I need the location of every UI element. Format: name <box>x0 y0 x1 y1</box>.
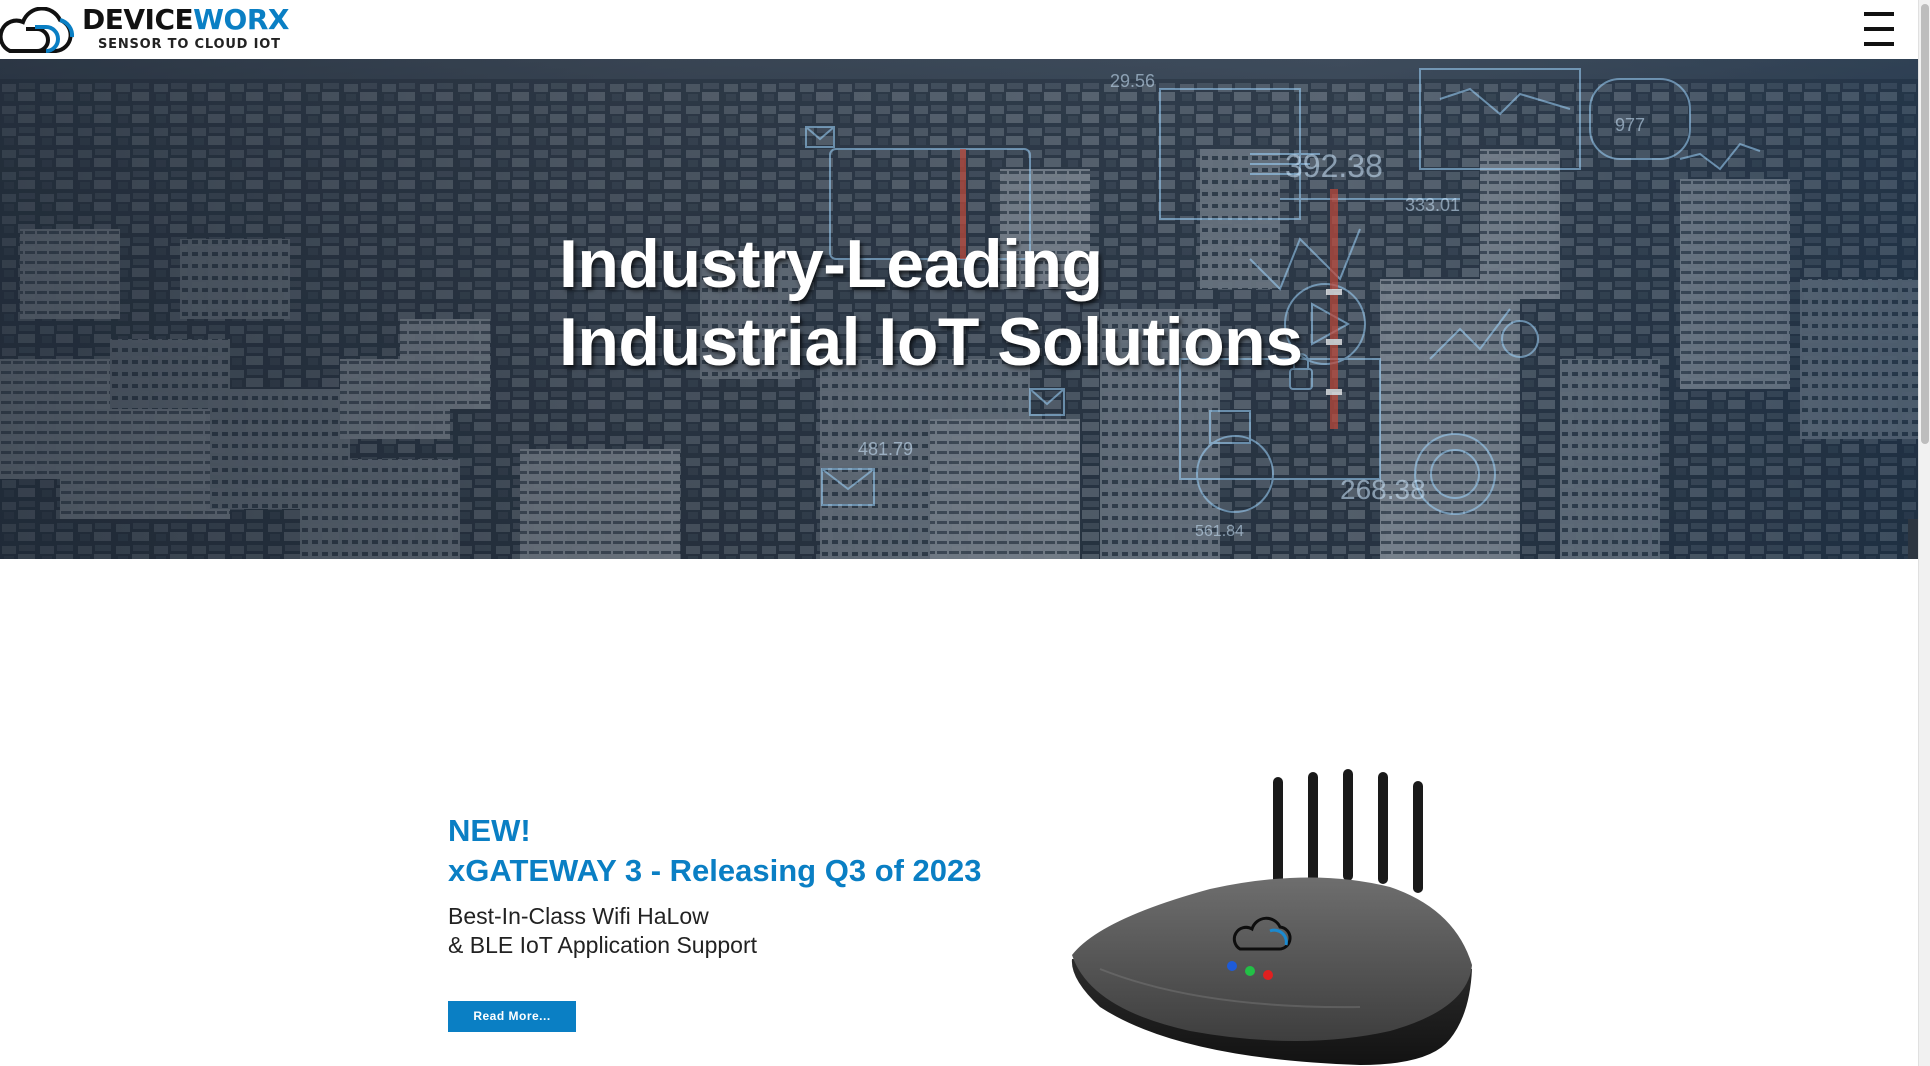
overlay-reading: 29.56 <box>1110 71 1155 91</box>
logo-tagline: SENSOR TO CLOUD IOT <box>98 37 281 52</box>
overlay-reading: 268.38 <box>1340 474 1426 505</box>
product-description-line1: Best-In-Class Wifi HaLow <box>448 903 709 929</box>
scrollbar-thumb[interactable] <box>1921 4 1929 444</box>
product-description-line2: & BLE IoT Application Support <box>448 932 757 958</box>
hero-headline-line1: Industry-Leading <box>559 226 1103 302</box>
overlay-reading: 561.84 <box>1195 523 1244 540</box>
xgateway-device-image <box>1071 769 1472 1065</box>
logo-word-worx: WORX <box>193 3 289 36</box>
hero-headline: Industry-Leading Industrial IoT Solution… <box>559 225 1303 381</box>
hero-headline-line2: Industrial IoT Solutions <box>559 304 1303 380</box>
logo-wordmark: DEVICEWORX <box>82 3 289 37</box>
hamburger-menu-icon[interactable] <box>1864 10 1896 50</box>
overlay-reading: 392.38 <box>1285 148 1383 184</box>
product-promo-section: NEW! xGATEWAY 3 - Releasing Q3 of 2023 B… <box>0 559 1918 1066</box>
menu-bar <box>1864 27 1894 31</box>
page-scrollbar[interactable] <box>1918 0 1930 1066</box>
menu-bar <box>1864 42 1894 46</box>
overlay-reading: 481.79 <box>858 439 913 459</box>
page: DEVICEWORX SENSOR TO CLOUD IOT 29.56 392… <box>0 0 1930 1066</box>
site-header: DEVICEWORX SENSOR TO CLOUD IOT <box>0 0 1918 59</box>
antenna-group <box>1273 769 1423 893</box>
logo-word-device: DEVICE <box>82 3 194 36</box>
new-badge: NEW! <box>448 813 531 848</box>
overlay-reading: 333.01 <box>1405 195 1460 215</box>
hero-banner: 29.56 392.38 333.01 977 481.79 268.38 56… <box>0 59 1918 559</box>
read-more-button[interactable]: Read More... <box>448 1001 576 1032</box>
product-title: xGATEWAY 3 - Releasing Q3 of 2023 <box>448 853 982 888</box>
cloud-logo-icon <box>0 7 75 53</box>
deviceworx-logo[interactable]: DEVICEWORX SENSOR TO CLOUD IOT <box>0 2 289 57</box>
menu-bar <box>1864 12 1894 16</box>
overlay-reading: 977 <box>1615 115 1645 135</box>
product-description: Best-In-Class Wifi HaLow & BLE IoT Appli… <box>448 902 757 960</box>
